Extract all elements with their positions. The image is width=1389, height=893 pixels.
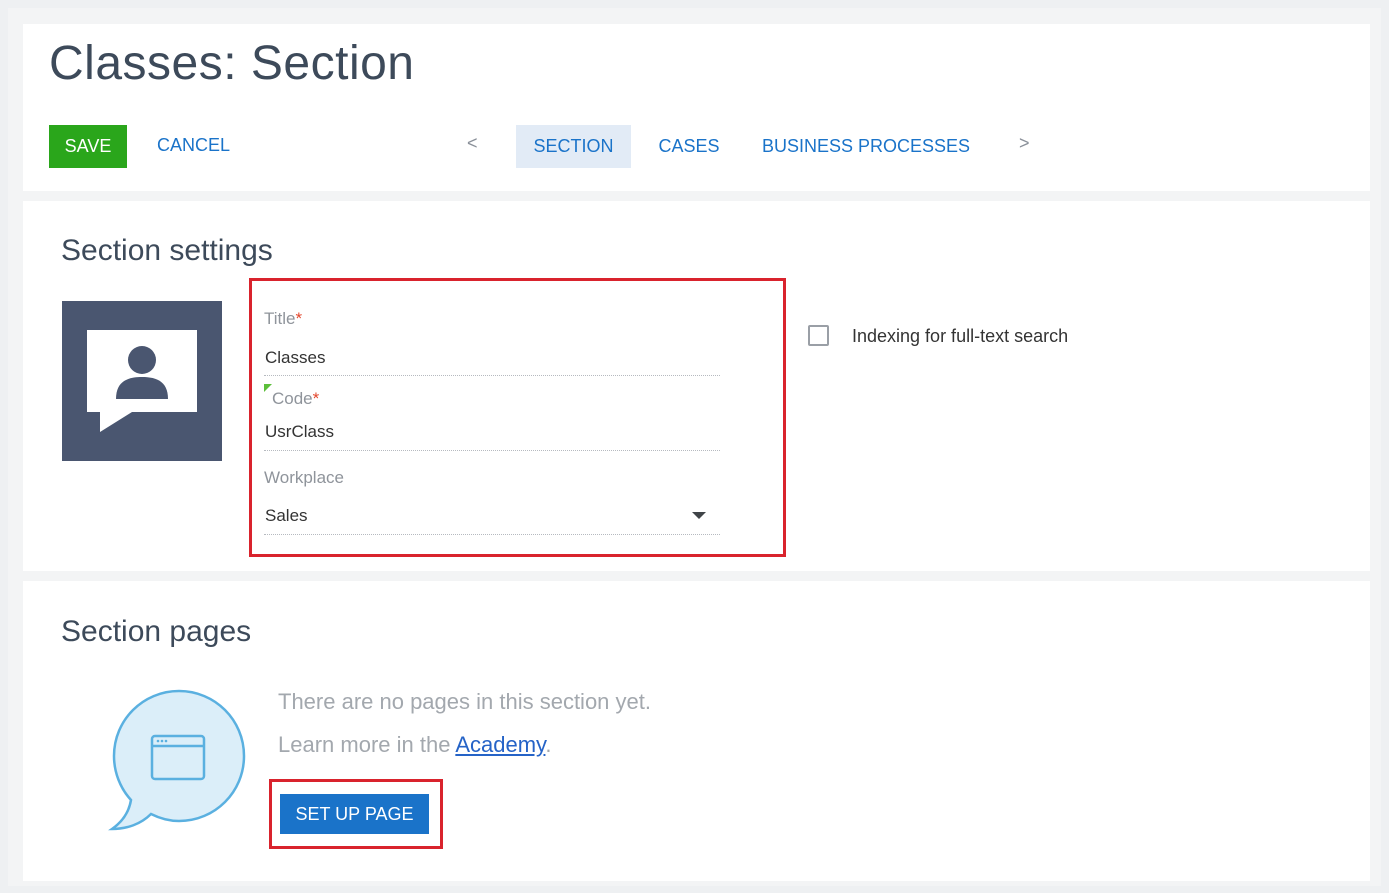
localization-flag-icon bbox=[264, 384, 272, 392]
code-input[interactable]: UsrClass bbox=[265, 422, 334, 442]
title-input[interactable]: Classes bbox=[265, 348, 325, 368]
no-pages-message: There are no pages in this section yet. bbox=[278, 689, 651, 714]
section-settings-heading: Section settings bbox=[61, 234, 273, 267]
page-title: Classes: Section bbox=[49, 37, 415, 90]
title-underline bbox=[264, 375, 720, 376]
indexing-checkbox[interactable] bbox=[808, 325, 829, 346]
section-icon-tile[interactable] bbox=[62, 301, 222, 461]
browser-window-bubble-icon bbox=[108, 689, 246, 831]
indexing-label[interactable]: Indexing for full-text search bbox=[852, 326, 1068, 347]
tabs-next-arrow-icon[interactable]: > bbox=[1019, 133, 1030, 154]
save-button[interactable]: SAVE bbox=[49, 125, 127, 168]
cancel-button[interactable]: CANCEL bbox=[157, 135, 230, 156]
tab-cases[interactable]: CASES bbox=[650, 125, 728, 168]
workplace-underline bbox=[264, 534, 720, 535]
tab-business-processes[interactable]: BUSINESS PROCESSES bbox=[756, 125, 976, 168]
set-up-page-button[interactable]: SET UP PAGE bbox=[280, 794, 429, 834]
workplace-select[interactable]: Sales bbox=[265, 506, 308, 526]
workplace-label: Workplace bbox=[264, 468, 344, 487]
academy-link[interactable]: Academy bbox=[455, 732, 545, 757]
chevron-down-icon[interactable] bbox=[692, 512, 706, 519]
section-pages-heading: Section pages bbox=[61, 615, 252, 648]
code-underline bbox=[264, 450, 720, 451]
title-label: Title* bbox=[264, 309, 303, 328]
user-chat-icon bbox=[87, 330, 197, 432]
tab-section[interactable]: SECTION bbox=[516, 125, 631, 168]
code-label: Code* bbox=[272, 389, 320, 408]
academy-hint: Learn more in the Academy. bbox=[278, 732, 552, 757]
tabs-prev-arrow-icon[interactable]: < bbox=[467, 133, 478, 154]
